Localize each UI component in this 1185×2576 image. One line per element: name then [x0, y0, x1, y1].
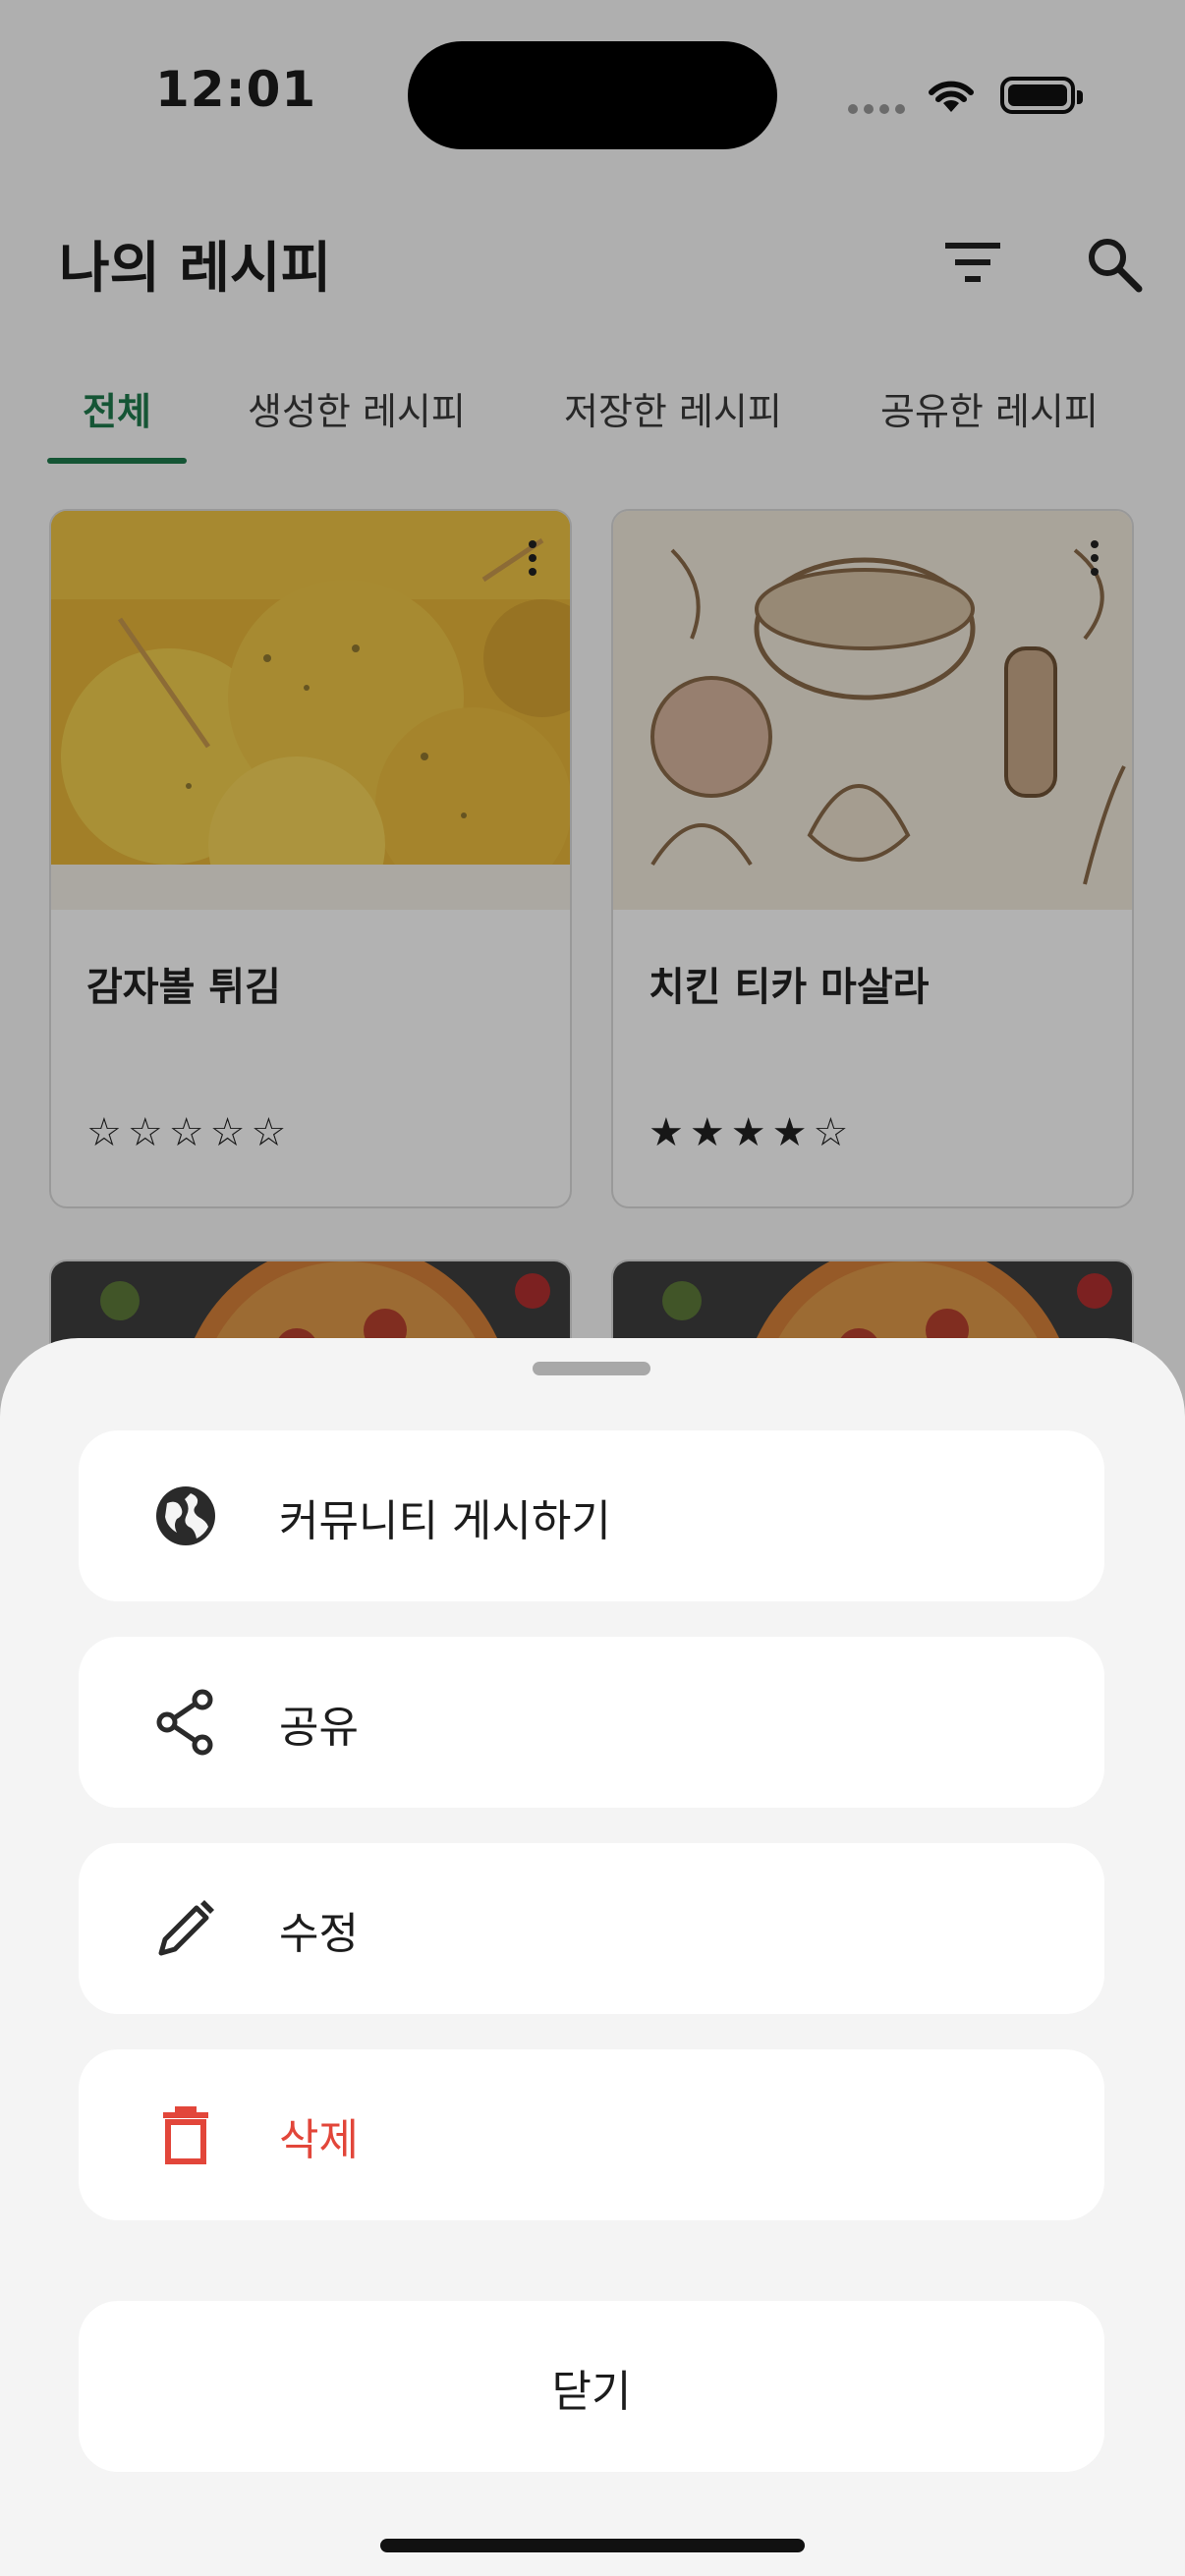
delete-button[interactable]: 삭제	[79, 2049, 1104, 2220]
pencil-icon	[158, 1900, 214, 1956]
action-label: 공유	[279, 1703, 359, 1753]
sheet-drag-handle[interactable]	[533, 1362, 650, 1375]
action-label: 커뮤니티 게시하기	[279, 1496, 611, 1546]
post-community-button[interactable]: 커뮤니티 게시하기	[79, 1430, 1104, 1601]
action-bottom-sheet: 커뮤니티 게시하기 공유 수정 삭제 닫기	[0, 1338, 1185, 2576]
close-button[interactable]: 닫기	[79, 2301, 1104, 2472]
action-label: 수정	[279, 1909, 359, 1959]
trash-icon	[163, 2106, 208, 2164]
home-indicator[interactable]	[380, 2539, 805, 2552]
close-label: 닫기	[551, 2367, 632, 2417]
share-icon	[156, 1689, 213, 1756]
globe-icon	[156, 1486, 215, 1545]
edit-button[interactable]: 수정	[79, 1843, 1104, 2014]
share-button[interactable]: 공유	[79, 1637, 1104, 1808]
action-label: 삭제	[279, 2115, 359, 2165]
